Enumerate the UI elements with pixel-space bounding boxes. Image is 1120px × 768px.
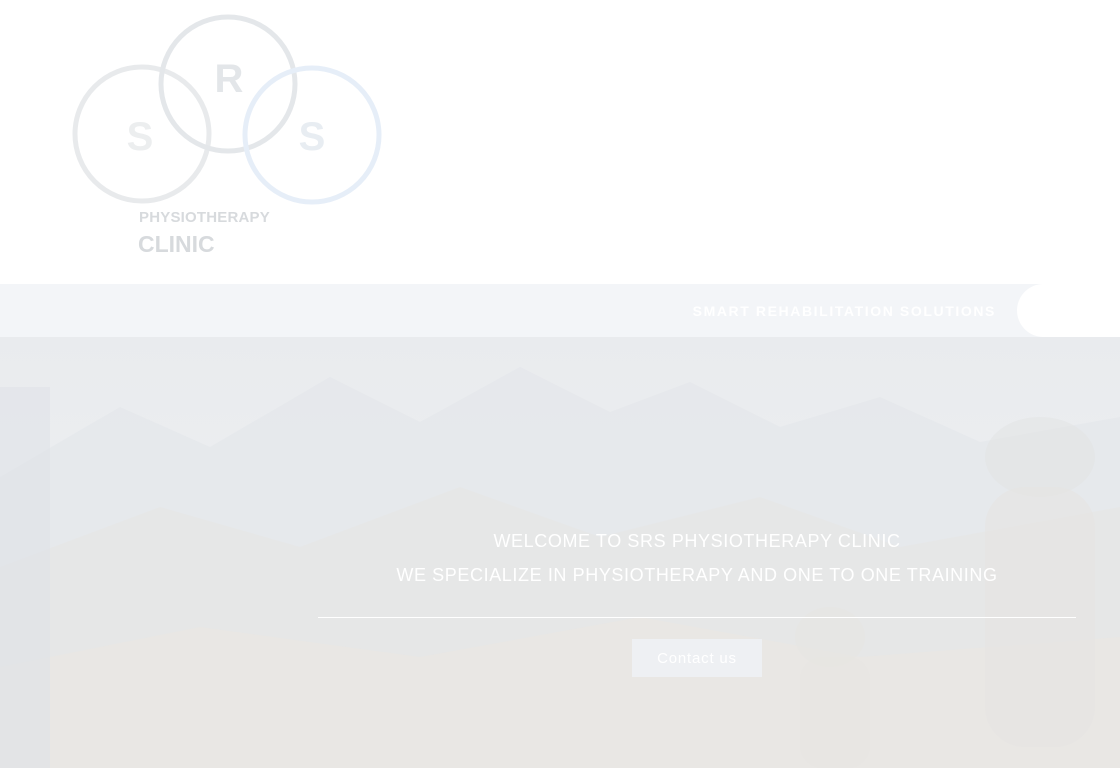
mountain-landscape-image [0, 337, 1120, 768]
logo-text-physiotherapy: PHYSIOTHERAPY [139, 209, 270, 226]
contact-us-button[interactable]: Contact us [632, 639, 762, 677]
logo-letter-r: R [215, 57, 244, 101]
site-header: S R S PHYSIOTHERAPY CLINIC [0, 0, 1120, 284]
hero-banner: WELCOME TO SRS PHYSIOTHERAPY CLINIC WE S… [0, 337, 1120, 768]
clinic-logo[interactable]: S R S PHYSIOTHERAPY CLINIC [72, 12, 384, 260]
tagline-bar: SMART REHABILITATION SOLUTIONS [0, 284, 1120, 337]
tagline-bar-cap [1017, 284, 1120, 337]
logo-letter-s-right: S [299, 115, 326, 159]
hero-divider [318, 617, 1076, 618]
hero-welcome-heading: WELCOME TO SRS PHYSIOTHERAPY CLINIC [493, 531, 901, 551]
hero-side-panel [0, 387, 50, 768]
logo-letter-s-left: S [127, 115, 154, 159]
hero-subheading: WE SPECIALIZE IN PHYSIOTHERAPY AND ONE T… [396, 565, 998, 585]
logo-text-clinic: CLINIC [138, 231, 215, 257]
tagline-text: SMART REHABILITATION SOLUTIONS [692, 303, 996, 319]
